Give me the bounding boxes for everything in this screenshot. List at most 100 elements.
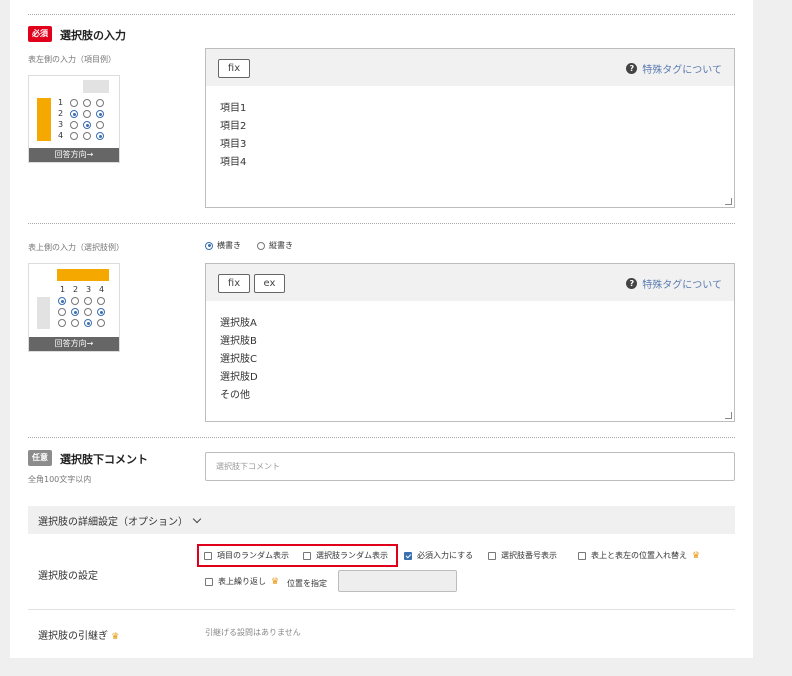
illus-radio-icon <box>97 308 105 316</box>
choice-line: 選択肢B <box>220 336 257 347</box>
ex-tag-button[interactable]: ex <box>254 274 285 293</box>
item-line: 項目4 <box>220 157 247 168</box>
optional-badge: 任意 <box>28 450 52 466</box>
illus-radio-icon <box>83 110 91 118</box>
divider <box>28 437 735 438</box>
illus-row-number: 4 <box>58 131 64 140</box>
resize-handle-icon[interactable] <box>725 198 732 205</box>
illus-side-bar <box>37 297 50 329</box>
illus-radio-icon <box>70 99 78 107</box>
radio-label: 縦書き <box>269 241 293 250</box>
illus-radio-icon <box>83 132 91 140</box>
required-badge: 必須 <box>28 26 52 42</box>
choice-line: 選択肢D <box>220 372 258 383</box>
choice-line: 選択肢C <box>220 354 257 365</box>
details-toggle[interactable]: 選択肢の詳細設定（オプション） <box>28 506 735 534</box>
divider <box>28 609 735 610</box>
left-side-illustration: 回答方向→ 1 2 3 4 <box>28 75 120 163</box>
swap-position-checkbox[interactable]: 表上と表左の位置入れ替え ♛ <box>578 550 700 561</box>
illus-radio-icon <box>83 99 91 107</box>
checkbox-label: 選択肢番号表示 <box>501 551 557 560</box>
item-editor[interactable]: fix ? 特殊タグについて 項目1 項目2 項目3 項目4 <box>205 48 735 208</box>
illus-row-number: 2 <box>58 109 64 118</box>
section-title-comment: 選択肢下コメント <box>60 453 148 466</box>
show-choice-number-checkbox[interactable]: 選択肢番号表示 <box>488 550 557 561</box>
illus-row-number: 3 <box>58 120 64 129</box>
illus-highlight-row <box>57 269 109 281</box>
required-input-checkbox[interactable]: 必須入力にする <box>404 550 473 561</box>
choice-editor[interactable]: fix ex ? 特殊タグについて 選択肢A 選択肢B 選択肢C 選択肢D その… <box>205 263 735 422</box>
item-lines: 項目1 項目2 項目3 項目4 <box>220 100 246 172</box>
help-link-text: 特殊タグについて <box>642 65 722 76</box>
radio-icon <box>205 241 213 250</box>
carry-over-label-wrap: 選択肢の引継ぎ ♛ <box>38 627 119 642</box>
illus-radio-icon <box>96 132 104 140</box>
choice-line: その他 <box>220 390 250 401</box>
comment-limit-note: 全角100文字以内 <box>28 475 92 484</box>
section-title-choices: 選択肢の入力 <box>60 29 126 42</box>
illus-radio-icon <box>84 308 92 316</box>
fix-tag-button[interactable]: fix <box>218 274 250 293</box>
divider <box>28 14 735 15</box>
question-icon: ? <box>626 278 638 289</box>
illus-radio-icon <box>71 297 79 305</box>
carry-over-status: 引継げる設問はありません <box>205 628 301 637</box>
top-side-sublabel: 表上側の入力（選択肢例） <box>28 243 124 252</box>
illus-radio-icon <box>58 319 66 327</box>
radio-icon <box>257 241 265 250</box>
question-icon: ? <box>626 63 638 74</box>
left-side-sublabel: 表左側の入力（項目例） <box>28 55 116 64</box>
illus-radio-icon <box>97 297 105 305</box>
illus-radio-icon <box>70 132 78 140</box>
illus-radio-icon <box>96 99 104 107</box>
crown-icon: ♛ <box>692 550 701 561</box>
comment-placeholder: 選択肢下コメント <box>216 462 280 471</box>
special-tag-help-link[interactable]: ? 特殊タグについて <box>626 276 722 291</box>
illus-column-number: 1 <box>60 285 66 294</box>
checkbox-icon <box>404 551 412 560</box>
crown-icon: ♛ <box>271 576 280 587</box>
special-tag-help-link[interactable]: ? 特殊タグについて <box>626 61 722 76</box>
illus-header-bar <box>83 80 109 93</box>
help-link-text: 特殊タグについて <box>642 280 722 291</box>
resize-handle-icon[interactable] <box>725 412 732 419</box>
checkbox-label: 必須入力にする <box>417 551 474 560</box>
comment-input[interactable]: 選択肢下コメント <box>205 452 735 481</box>
checkbox-icon <box>205 577 213 586</box>
illus-radio-icon <box>84 319 92 327</box>
illus-radio-icon <box>70 110 78 118</box>
checkbox-label: 表上繰り返し <box>218 577 266 586</box>
illus-row-number: 1 <box>58 98 64 107</box>
details-toggle-label-wrap: 選択肢の詳細設定（オプション） <box>38 513 202 528</box>
position-label: 位置を指定 <box>287 579 327 588</box>
radio-label: 横書き <box>217 241 241 250</box>
crown-icon: ♛ <box>111 632 120 642</box>
illus-radio-icon <box>96 121 104 129</box>
divider <box>28 223 735 224</box>
illus-radio-icon <box>97 319 105 327</box>
fix-tag-button[interactable]: fix <box>218 59 250 78</box>
choice-settings-label: 選択肢の設定 <box>38 571 98 582</box>
illus-radio-icon <box>83 121 91 129</box>
editor-toolbar: fix ? 特殊タグについて <box>206 49 734 86</box>
top-side-illustration: 回答方向→ 1234 <box>28 263 120 352</box>
answer-direction-label: 回答方向→ <box>29 148 119 162</box>
illus-highlight-column <box>37 98 51 141</box>
position-input[interactable] <box>338 570 457 592</box>
answer-direction-label: 回答方向→ <box>29 337 119 351</box>
choice-line: 選択肢A <box>220 318 257 329</box>
item-line: 項目1 <box>220 103 247 114</box>
orientation-horizontal-radio[interactable]: 横書き <box>205 240 241 251</box>
carry-over-label: 選択肢の引継ぎ <box>38 631 108 642</box>
orientation-vertical-radio[interactable]: 縦書き <box>257 240 293 251</box>
checkbox-label: 表上と表左の位置入れ替え <box>591 551 687 560</box>
repeat-top-checkbox[interactable]: 表上繰り返し ♛ <box>205 576 279 587</box>
illus-radio-icon <box>71 308 79 316</box>
illus-column-number: 4 <box>99 285 105 294</box>
illus-radio-icon <box>84 297 92 305</box>
illus-radio-icon <box>58 297 66 305</box>
details-toggle-label: 選択肢の詳細設定（オプション） <box>38 517 188 528</box>
item-line: 項目2 <box>220 121 247 132</box>
checkbox-icon <box>578 551 586 560</box>
illus-column-number: 2 <box>73 285 79 294</box>
